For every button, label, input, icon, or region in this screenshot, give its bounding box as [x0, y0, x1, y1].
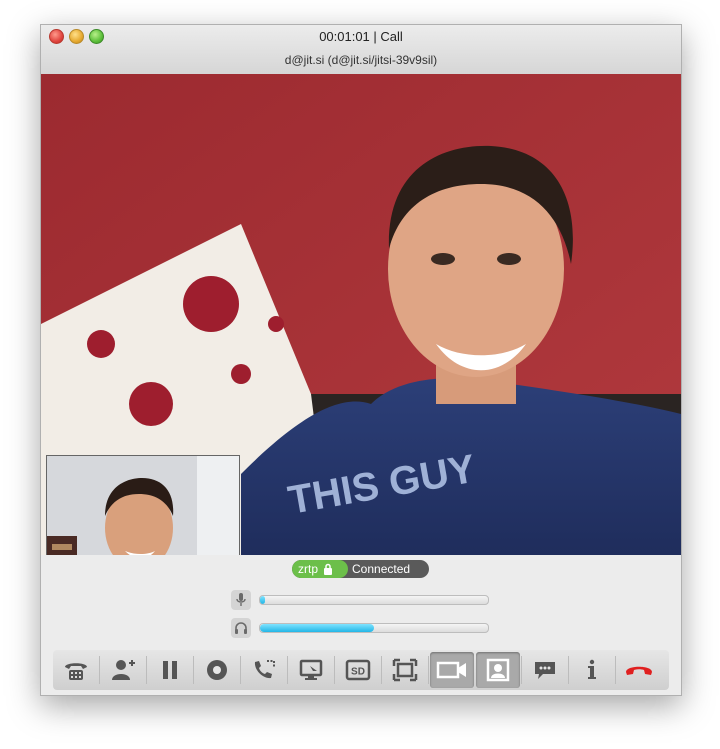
microphone-level-fill: [260, 596, 265, 604]
speaker-level-fill: [260, 624, 374, 632]
video-camera-icon: [436, 661, 466, 679]
info-icon: [588, 659, 596, 679]
video-quality-button[interactable]: SD: [336, 652, 380, 688]
info-button[interactable]: [570, 652, 614, 688]
transfer-call-icon: [254, 660, 275, 679]
video-toggle-button[interactable]: [430, 652, 474, 688]
record-icon: [207, 660, 227, 680]
microphone-icon[interactable]: [231, 590, 251, 610]
toolbar-separator: [334, 656, 335, 684]
hangup-button[interactable]: [617, 652, 661, 688]
record-button[interactable]: [195, 652, 239, 688]
toolbar-separator: [99, 656, 100, 684]
microphone-level-bar: [259, 595, 489, 605]
transfer-call-button[interactable]: [242, 652, 286, 688]
svg-text:SD: SD: [351, 667, 365, 678]
toolbar-separator: [193, 656, 194, 684]
desktop-share-button[interactable]: [289, 652, 333, 688]
window-subtitle: d@jit.si (d@jit.si/jitsi-39v9sil): [284, 53, 438, 67]
zrtp-label: zrtp: [298, 562, 319, 576]
window-title: 00:01:01 | Call: [319, 29, 403, 44]
lock-icon: [324, 563, 333, 575]
desktop-share-icon: [299, 659, 323, 680]
local-video-toggle-button[interactable]: [476, 652, 520, 688]
toolbar-separator: [521, 656, 522, 684]
toolbar-separator: [428, 656, 429, 684]
pause-icon: [163, 661, 177, 679]
dialpad-button[interactable]: [54, 652, 98, 688]
local-video-icon: [486, 658, 510, 682]
add-participant-icon: [112, 660, 135, 680]
speaker-level-bar: [259, 623, 489, 633]
dialpad-phone-icon: [65, 663, 87, 680]
pause-button[interactable]: [148, 652, 192, 688]
toolbar-separator: [381, 656, 382, 684]
toolbar-separator: [146, 656, 147, 684]
toolbar-separator: [568, 656, 569, 684]
chat-button[interactable]: [523, 652, 567, 688]
toolbar-separator: [287, 656, 288, 684]
title-bar: 00:01:01 | Call d@jit.si (d@jit.si/jitsi…: [41, 25, 681, 75]
speaker-meter: [231, 618, 491, 638]
security-status-badge[interactable]: zrtp Connected: [292, 560, 429, 578]
local-video-preview[interactable]: [46, 455, 240, 555]
fullscreen-button[interactable]: [383, 652, 427, 688]
fullscreen-icon: [392, 658, 418, 682]
sd-quality-icon: SD: [345, 659, 371, 681]
local-video-frame: [47, 456, 239, 555]
connection-status: Connected: [352, 562, 411, 576]
headphones-icon[interactable]: [231, 618, 251, 638]
hangup-icon: [626, 666, 652, 675]
toolbar-separator: [615, 656, 616, 684]
microphone-meter: [231, 590, 491, 610]
call-window: 00:01:01 | Call d@jit.si (d@jit.si/jitsi…: [40, 24, 682, 696]
add-participant-button[interactable]: [101, 652, 145, 688]
remote-video[interactable]: THIS GUY: [41, 74, 681, 555]
call-toolbar: SD: [53, 650, 669, 690]
chat-icon: [535, 662, 555, 679]
zrtp-badge: zrtp: [292, 560, 348, 578]
status-row: zrtp Connected: [41, 560, 681, 580]
toolbar-separator: [240, 656, 241, 684]
